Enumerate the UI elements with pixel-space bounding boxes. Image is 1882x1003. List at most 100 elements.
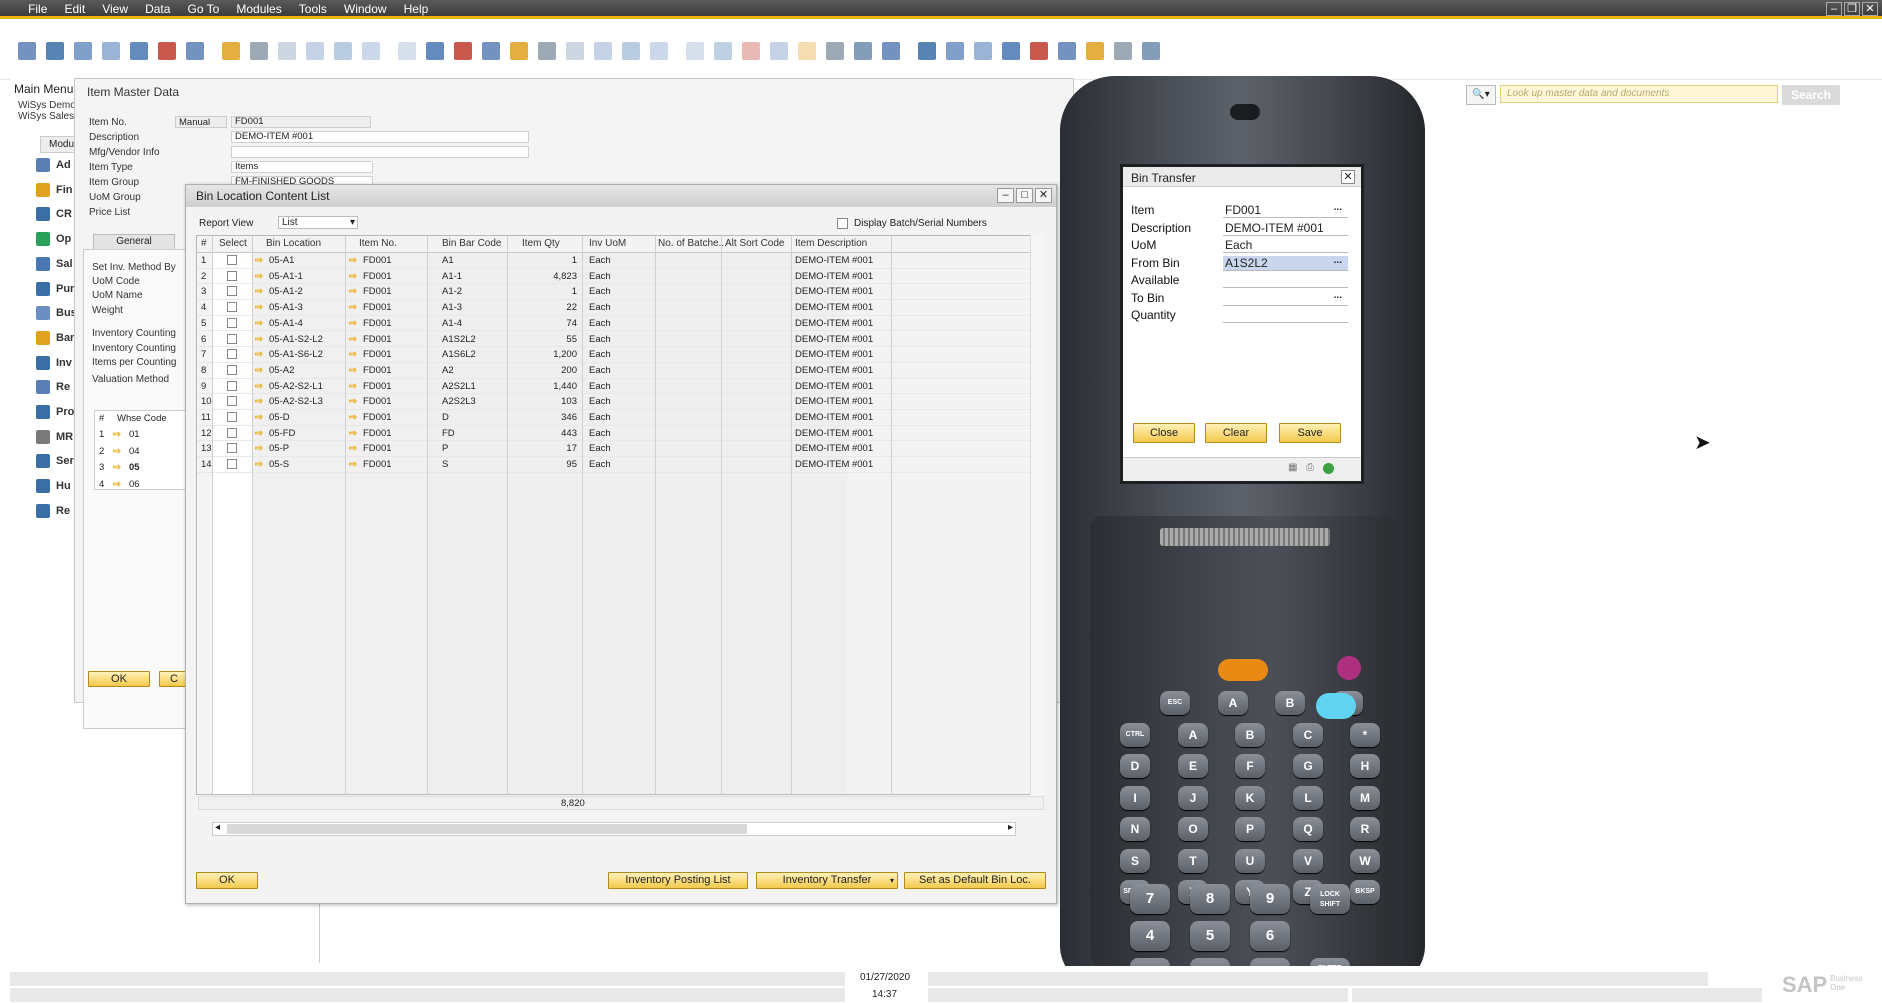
keypad-key[interactable]: A	[1178, 722, 1208, 747]
keypad-key[interactable]: L	[1293, 785, 1323, 810]
toolbar-icon[interactable]	[454, 42, 472, 60]
keypad-key[interactable]: 4	[1130, 921, 1170, 951]
close-icon[interactable]: ✕	[1035, 188, 1052, 203]
toolbar-icon[interactable]	[426, 42, 444, 60]
link-arrow-icon[interactable]: ⇨	[255, 381, 263, 392]
table-row[interactable]: 10 ⇨ 05-A2-S2-L3 ⇨ FD001 A2S2L3 103 Each DEMO-IT…	[197, 394, 1043, 410]
keypad-key[interactable]: J	[1178, 785, 1208, 810]
keypad-key[interactable]: S	[1120, 848, 1150, 873]
close-icon[interactable]: ✕	[1341, 170, 1355, 184]
keypad-key[interactable]: T	[1178, 848, 1208, 873]
table-row[interactable]: 1 ⇨ 05-A1 ⇨ FD001 A1 1 Each DEMO-ITEM #001	[197, 253, 1043, 269]
link-arrow-icon[interactable]: ⇨	[349, 318, 357, 329]
scroll-left-icon[interactable]: ◂	[215, 822, 220, 833]
keypad-key[interactable]: 6	[1250, 921, 1290, 951]
link-arrow-icon[interactable]: ⇨	[349, 428, 357, 439]
link-arrow-icon[interactable]: ⇨	[255, 334, 263, 345]
select-checkbox[interactable]	[227, 270, 237, 281]
link-arrow-icon[interactable]: ⇨	[349, 255, 357, 266]
toolbar-icon[interactable]	[1114, 42, 1132, 60]
toolbar-icon[interactable]	[74, 42, 92, 60]
set-default-bin-button[interactable]: Set as Default Bin Loc.	[904, 872, 1046, 889]
select-checkbox[interactable]	[227, 364, 237, 375]
toolbar-icon[interactable]	[882, 42, 900, 60]
toolbar-icon[interactable]	[798, 42, 816, 60]
toolbar-icon[interactable]	[622, 42, 640, 60]
select-checkbox[interactable]	[227, 302, 237, 313]
toolbar-icon[interactable]	[278, 42, 296, 60]
toolbar-icon[interactable]	[826, 42, 844, 60]
restore-icon[interactable]: ❐	[1844, 2, 1860, 16]
keypad-key[interactable]: CTRL	[1120, 722, 1150, 747]
column-header[interactable]: No. of Batche...	[658, 238, 727, 249]
link-arrow-icon[interactable]: ⇨	[349, 365, 357, 376]
link-arrow-icon[interactable]: ⇨	[255, 349, 263, 360]
table-row[interactable]: 2 ⇨ 05-A1-1 ⇨ FD001 A1-1 4,823 Each DEMO-ITEM #0…	[197, 269, 1043, 285]
toolbar-icon[interactable]	[1142, 42, 1160, 60]
toolbar-icon[interactable]	[510, 42, 528, 60]
blue-function-key[interactable]	[1316, 693, 1356, 719]
table-row[interactable]: 9 ⇨ 05-A2-S2-L1 ⇨ FD001 A2S2L1 1,440 Each DEMO-I…	[197, 379, 1043, 395]
link-arrow-icon[interactable]: ⇨	[349, 286, 357, 297]
keypad-key[interactable]: ESC	[1160, 691, 1190, 715]
browse-icon[interactable]: ...	[1334, 202, 1342, 213]
keypad-key[interactable]: O	[1178, 817, 1208, 841]
select-checkbox[interactable]	[227, 443, 237, 454]
toolbar-icon[interactable]	[398, 42, 416, 60]
ok-button[interactable]: OK	[88, 671, 150, 687]
keypad-key[interactable]: B	[1235, 722, 1265, 747]
keypad-key[interactable]: H	[1350, 754, 1380, 778]
toolbar-icon[interactable]	[362, 42, 380, 60]
keypad-key[interactable]: C	[1293, 722, 1323, 747]
column-header[interactable]: Item No.	[359, 238, 397, 249]
bin-transfer-field[interactable]: FD001...	[1223, 202, 1348, 218]
link-arrow-icon[interactable]: ⇨	[349, 349, 357, 360]
keypad-key[interactable]: BKSP	[1350, 880, 1380, 904]
toolbar-icon[interactable]	[1002, 42, 1020, 60]
select-checkbox[interactable]	[227, 333, 237, 344]
display-batch-checkbox[interactable]	[837, 218, 848, 229]
keypad-key[interactable]: 7	[1130, 884, 1170, 914]
toolbar-icon[interactable]	[854, 42, 872, 60]
column-header[interactable]: #	[201, 238, 207, 249]
bin-transfer-field[interactable]: A1S2L2...	[1223, 255, 1348, 271]
table-row[interactable]: 12 ⇨ 05-FD ⇨ FD001 FD 443 Each DEMO-ITEM #001	[197, 426, 1043, 442]
minimize-icon[interactable]: –	[1826, 2, 1842, 16]
keypad-key[interactable]: *	[1350, 722, 1380, 747]
menu-data[interactable]: Data	[138, 0, 177, 18]
toolbar-icon[interactable]	[222, 42, 240, 60]
bin-transfer-field[interactable]: DEMO-ITEM #001	[1223, 221, 1348, 236]
select-checkbox[interactable]	[227, 255, 237, 265]
link-arrow-icon[interactable]: ⇨	[349, 396, 357, 407]
link-arrow-icon[interactable]: ⇨	[255, 428, 263, 439]
column-header[interactable]: Bin Location	[266, 238, 321, 249]
select-checkbox[interactable]	[227, 459, 237, 470]
keypad-key[interactable]: 5	[1190, 921, 1230, 951]
menu-edit[interactable]: Edit	[57, 0, 92, 18]
search-input[interactable]: Look up master data and documents	[1500, 85, 1778, 103]
link-arrow-icon[interactable]: ⇨	[113, 462, 121, 473]
keypad-key[interactable]: R	[1350, 817, 1380, 841]
link-arrow-icon[interactable]: ⇨	[255, 302, 263, 313]
table-row[interactable]: 8 ⇨ 05-A2 ⇨ FD001 A2 200 Each DEMO-ITEM #001	[197, 363, 1043, 379]
scrollbar-thumb[interactable]	[227, 824, 747, 834]
keypad-key[interactable]: U	[1235, 848, 1265, 873]
menu-tools[interactable]: Tools	[292, 0, 334, 18]
toolbar-icon[interactable]	[102, 42, 120, 60]
link-arrow-icon[interactable]: ⇨	[255, 443, 263, 454]
inventory-transfer-button[interactable]: Inventory Transfer ▾	[756, 872, 898, 889]
keypad-key[interactable]: W	[1350, 848, 1380, 873]
toolbar-icon[interactable]	[1086, 42, 1104, 60]
menu-help[interactable]: Help	[397, 0, 436, 18]
toolbar-icon[interactable]	[770, 42, 788, 60]
toolbar-icon[interactable]	[686, 42, 704, 60]
keypad-key[interactable]: B	[1275, 691, 1305, 715]
link-arrow-icon[interactable]: ⇨	[255, 365, 263, 376]
bin-transfer-field[interactable]	[1223, 308, 1348, 323]
toolbar-icon[interactable]	[306, 42, 324, 60]
keypad-key[interactable]: A	[1218, 691, 1248, 715]
keypad-key[interactable]: G	[1293, 754, 1323, 778]
keypad-key[interactable]: I	[1120, 785, 1150, 810]
report-view-select[interactable]: List ▾	[278, 216, 358, 229]
menu-goto[interactable]: Go To	[181, 0, 227, 18]
